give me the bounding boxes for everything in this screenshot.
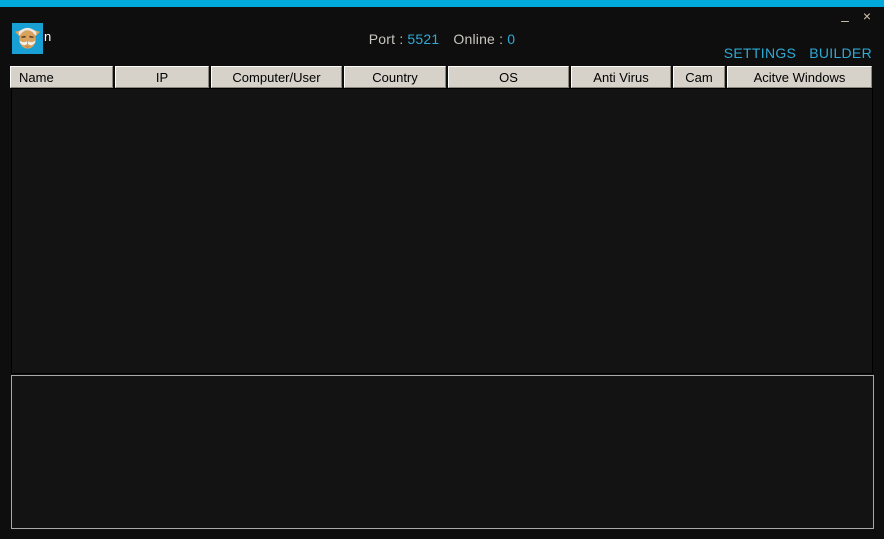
window-controls: – × (837, 7, 875, 25)
minimize-button[interactable]: – (837, 7, 853, 25)
port-value: 5521 (407, 31, 439, 47)
column-header-antivirus[interactable]: Anti Virus (571, 66, 671, 88)
builder-link[interactable]: BUILDER (809, 45, 872, 61)
column-header-ip[interactable]: IP (115, 66, 209, 88)
column-header-country[interactable]: Country (344, 66, 446, 88)
settings-link[interactable]: SETTINGS (724, 45, 796, 61)
log-panel[interactable] (11, 375, 874, 529)
top-accent-bar (0, 0, 884, 7)
column-header-computer-user[interactable]: Computer/User (211, 66, 342, 88)
close-button[interactable]: × (859, 7, 875, 25)
app-window: – × n Port :5521Online :0 SETTINGS BUILD… (0, 0, 884, 539)
online-count: 0 (507, 31, 515, 47)
column-header-cam[interactable]: Cam (673, 66, 725, 88)
column-header-active-windows[interactable]: Acitve Windows (727, 66, 872, 88)
clients-list-area[interactable] (11, 88, 873, 374)
table-header-row: Name IP Computer/User Country OS Anti Vi… (10, 66, 872, 88)
online-label: Online : (453, 31, 503, 47)
column-header-os[interactable]: OS (448, 66, 569, 88)
top-nav: SETTINGS BUILDER (724, 45, 872, 61)
column-header-name[interactable]: Name (10, 66, 113, 88)
port-label: Port : (369, 31, 404, 47)
